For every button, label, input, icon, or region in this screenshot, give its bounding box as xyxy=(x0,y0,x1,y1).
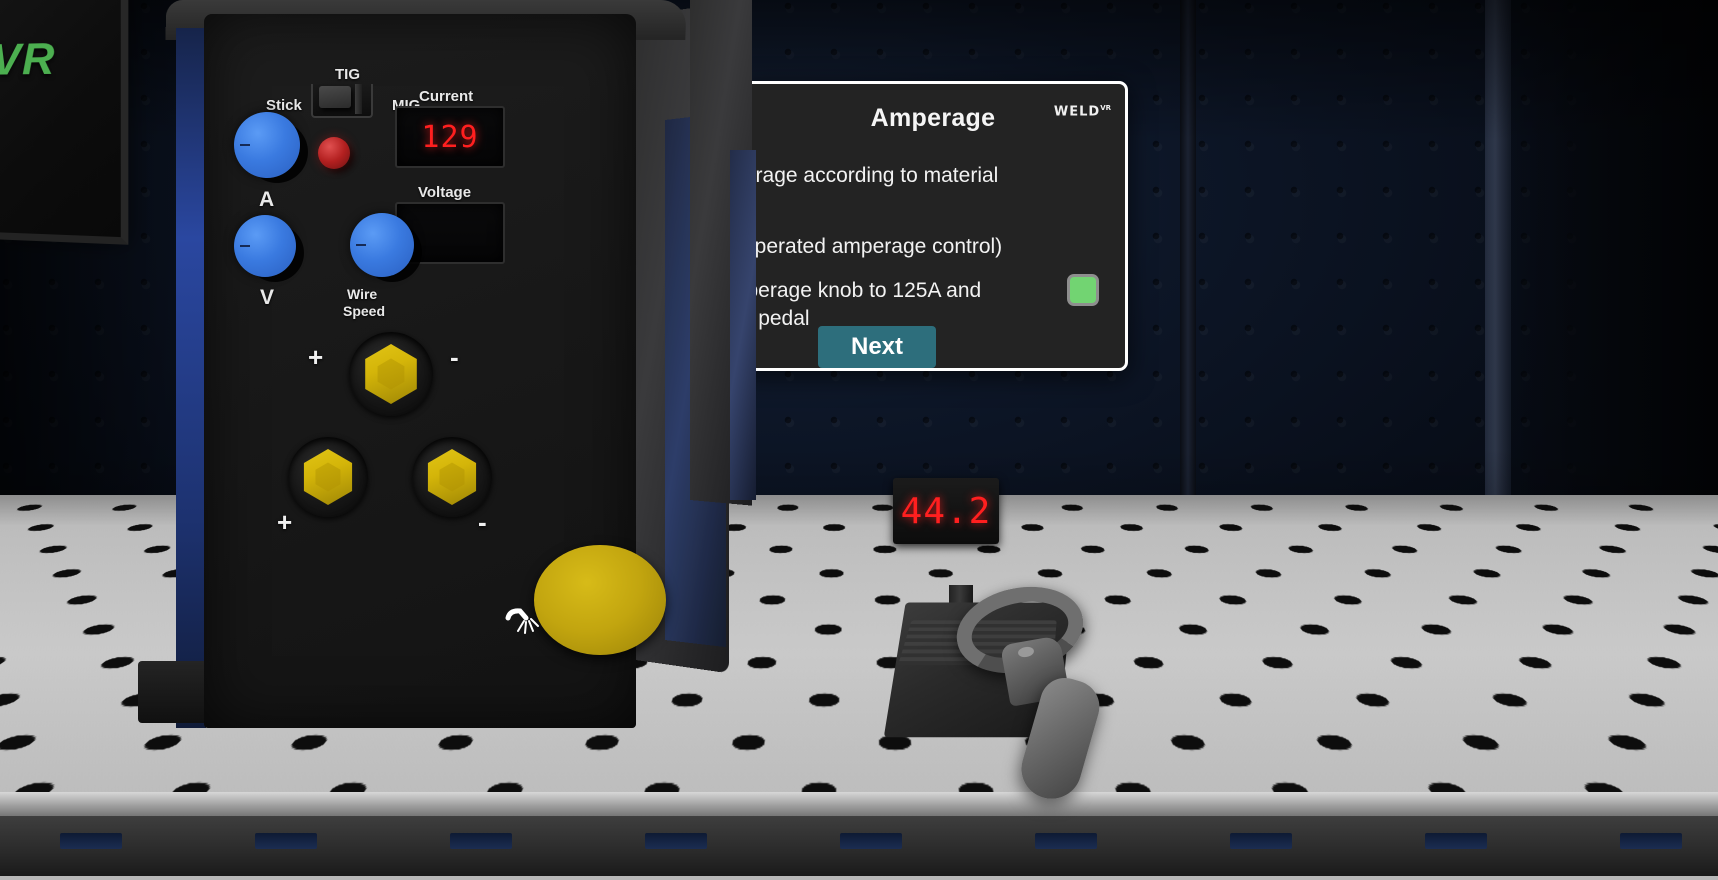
instruction-panel: Amperage WELDVR amperage according to ma… xyxy=(738,81,1128,371)
current-display: 129 xyxy=(395,106,505,168)
welder-occluding-accent xyxy=(730,150,756,500)
hex-nut-icon xyxy=(303,449,353,505)
table-slot xyxy=(450,833,512,849)
table-slot xyxy=(1425,833,1487,849)
logo-superscript: VR xyxy=(1100,104,1111,112)
wire-speed-knob[interactable] xyxy=(350,213,414,277)
welding-power-source: TIG Stick MIG Current 129 Voltage A V xyxy=(138,0,740,745)
next-button[interactable]: Next xyxy=(818,326,936,368)
voltage-knob-label: V xyxy=(260,286,275,309)
voltage-knob[interactable] xyxy=(234,215,296,277)
terminal-label-negative-lower: - xyxy=(478,507,487,537)
terminal-label-negative-upper: - xyxy=(450,342,459,372)
terminal-positive-lower[interactable] xyxy=(288,437,368,517)
process-mode-switch[interactable] xyxy=(311,84,373,118)
amperage-knob-label: A xyxy=(259,188,275,211)
table-slot xyxy=(1620,833,1682,849)
panel-instructions: amperage according to material ness oper… xyxy=(738,162,1075,349)
vr-wall-poster: VR xyxy=(0,0,129,245)
hex-nut-icon xyxy=(365,344,417,404)
terminal-positive-upper[interactable] xyxy=(349,332,433,416)
table-slot xyxy=(255,833,317,849)
welder-control-panel: TIG Stick MIG Current 129 Voltage A V xyxy=(204,14,666,728)
instruction-line-4: mperage knob to 125A and xyxy=(738,279,982,303)
pedal-amperage-display: 44.2 xyxy=(893,478,999,544)
terminal-label-positive-upper: + xyxy=(308,342,324,372)
vr-welding-scene: VR 44.2 TIG Stick Current 129 Voltage A … xyxy=(0,0,1718,880)
instruction-line-1: amperage according to material xyxy=(741,164,999,187)
poster-brand-label: VR xyxy=(0,33,56,85)
voltage-display-label: Voltage xyxy=(418,184,472,201)
mode-label-tig: TIG xyxy=(335,66,360,83)
weld-vr-logo: WELDVR xyxy=(1054,104,1111,119)
terminal-label-positive-lower: + xyxy=(277,507,293,537)
switch-post xyxy=(355,84,362,114)
instruction-line-2: ness xyxy=(741,190,1075,218)
welding-arc-icon xyxy=(504,602,544,634)
terminal-negative-lower[interactable] xyxy=(412,437,492,517)
instruction-line-3: operated amperage control) xyxy=(743,235,1003,259)
amperage-knob[interactable] xyxy=(234,112,300,178)
hex-nut-icon xyxy=(427,449,477,505)
switch-lever[interactable] xyxy=(319,86,351,108)
table-slot xyxy=(840,833,902,849)
logo-text: WELD xyxy=(1053,104,1101,120)
welder-front-accent-strip xyxy=(176,28,206,728)
table-slot xyxy=(645,833,707,849)
table-slot xyxy=(1230,833,1292,849)
table-front-edge xyxy=(0,792,1718,818)
power-indicator-light xyxy=(318,137,350,169)
table-slot xyxy=(60,833,122,849)
output-connector-disk[interactable] xyxy=(534,545,666,655)
pedal-display-value: 44.2 xyxy=(900,490,992,532)
current-display-label: Current xyxy=(419,88,474,105)
step-complete-indicator xyxy=(1067,274,1099,306)
table-slot xyxy=(1035,833,1097,849)
welder-foot-left xyxy=(138,661,212,723)
wire-speed-knob-label-line1: Wire xyxy=(347,286,378,302)
current-display-value: 129 xyxy=(421,119,479,155)
wire-speed-knob-label-line2: Speed xyxy=(343,303,386,319)
